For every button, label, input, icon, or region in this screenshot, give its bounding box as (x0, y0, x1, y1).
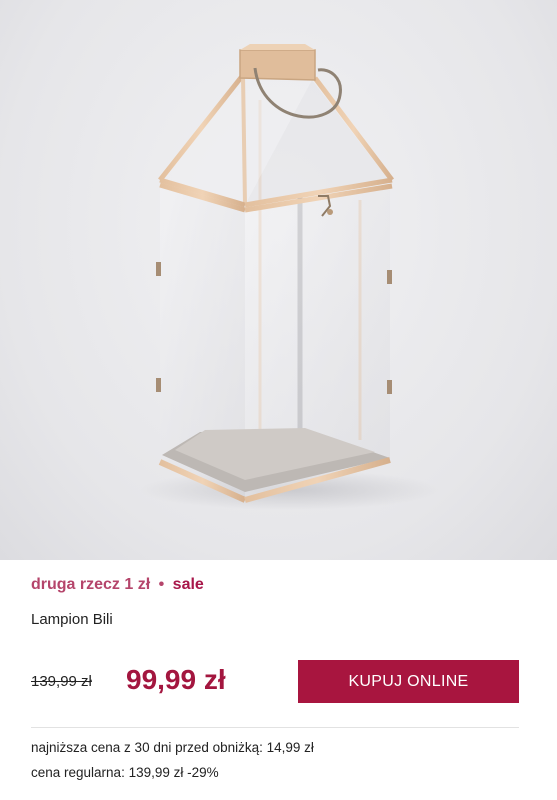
divider (31, 727, 519, 728)
promo-separator: • (158, 576, 165, 593)
old-price: 139,99 zł (31, 673, 92, 690)
current-price: 99,99 zł (126, 664, 226, 695)
sale-badge: sale (172, 576, 204, 593)
product-image[interactable] (0, 0, 557, 560)
buy-online-button[interactable]: KUPUJ ONLINE (298, 660, 519, 703)
promo-text: druga rzecz 1 zł (31, 576, 151, 593)
promo-label: druga rzecz 1 zł • sale (31, 576, 204, 594)
lantern-illustration (140, 44, 440, 510)
regular-price-note: cena regularna: 139,99 zł -29% (31, 765, 219, 780)
product-name[interactable]: Lampion Bili (31, 611, 113, 628)
lowest-price-note: najniższa cena z 30 dni przed obniżką: 1… (31, 740, 314, 755)
